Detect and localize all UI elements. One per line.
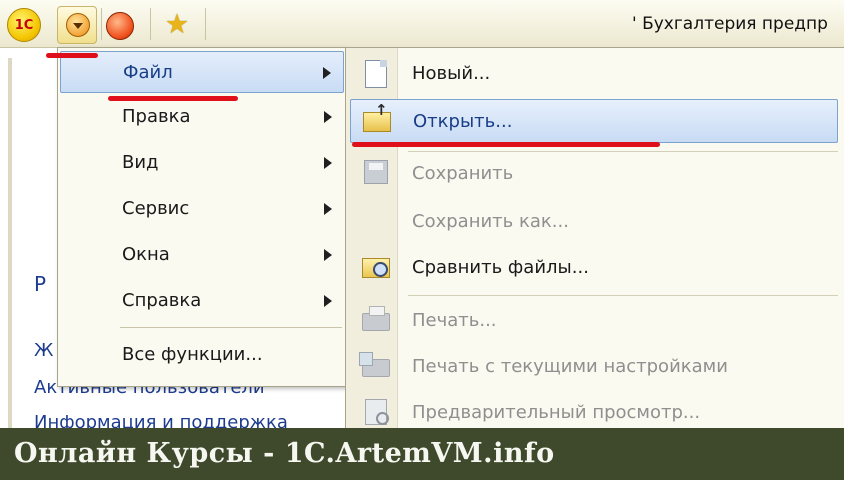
menu-item-label: Правка: [122, 106, 191, 127]
chevron-right-icon: [324, 111, 332, 123]
submenu-item-label: Сравнить файлы...: [412, 257, 589, 278]
annotation-underline-file: [108, 96, 238, 101]
chevron-down-icon: [66, 13, 90, 37]
submenu-item-label: Печать с текущими настройками: [412, 356, 728, 377]
save-disk-icon: [364, 160, 388, 184]
menu-item-label: Окна: [122, 244, 170, 265]
print-preview-icon: [365, 399, 389, 425]
menu-item-label: Вид: [122, 152, 159, 173]
section-heading: Р: [34, 272, 47, 296]
menu-item-label: Сервис: [122, 198, 190, 219]
menu-item-label: Справка: [122, 290, 202, 311]
file-submenu: Новый... Открыть... Сохранить Сохранить …: [345, 47, 844, 428]
toolbar-separator: [205, 8, 206, 40]
menu-item-all-functions[interactable]: Все функции...: [60, 334, 344, 376]
1c-logo-icon[interactable]: 1С: [7, 8, 41, 42]
submenu-item-label: Печать...: [412, 310, 497, 331]
toolbar-separator: [101, 8, 102, 40]
open-folder-icon: [363, 101, 391, 132]
printer-icon: [362, 306, 390, 331]
menu-item-file[interactable]: Файл: [60, 51, 344, 93]
chevron-right-icon: [324, 203, 332, 215]
menu-item-help[interactable]: Справка: [60, 280, 344, 322]
new-document-icon: [365, 60, 387, 88]
menu-item-label: Файл: [123, 62, 173, 83]
submenu-item-open[interactable]: Открыть...: [350, 99, 838, 143]
submenu-item-label: Открыть...: [413, 111, 513, 132]
submenu-item-label: Сохранить: [412, 163, 514, 184]
chevron-right-icon: [324, 157, 332, 169]
chevron-right-icon: [323, 67, 331, 79]
submenu-item-print[interactable]: Печать...: [350, 299, 838, 343]
annotation-underline-open: [352, 142, 660, 147]
menu-item-view[interactable]: Вид: [60, 142, 344, 184]
main-menu-button[interactable]: [57, 6, 97, 44]
menu-item-windows[interactable]: Окна: [60, 234, 344, 276]
submenu-item-label: Предварительный просмотр...: [412, 402, 701, 423]
toolbar-separator: [150, 8, 151, 40]
submenu-item-new[interactable]: Новый...: [350, 52, 838, 96]
menu-item-label: Все функции...: [122, 344, 263, 365]
annotation-underline-menu-button: [46, 53, 98, 58]
close-circle-icon[interactable]: [106, 12, 134, 40]
top-toolbar: 1С ★ ' Бухгалтерия предпр: [0, 0, 844, 48]
submenu-separator: [408, 295, 838, 296]
submenu-item-compare[interactable]: Сравнить файлы...: [350, 246, 838, 290]
printer-settings-icon: [359, 352, 390, 377]
window-title: ' Бухгалтерия предпр: [632, 14, 828, 34]
footer-banner: Онлайн Курсы - 1C.ArtemVM.info: [0, 428, 844, 480]
submenu-item-print-current[interactable]: Печать с текущими настройками: [350, 345, 838, 389]
banner-text: Онлайн Курсы - 1C.ArtemVM.info: [14, 438, 555, 469]
submenu-item-label: Новый...: [412, 63, 491, 84]
background-link[interactable]: Ж: [34, 340, 53, 361]
compare-files-icon: [362, 258, 390, 278]
left-panel-border: [8, 58, 12, 428]
submenu-item-label: Сохранить как...: [412, 211, 569, 232]
favorites-star-icon[interactable]: ★: [162, 10, 192, 40]
submenu-item-save[interactable]: Сохранить: [350, 152, 838, 196]
chevron-right-icon: [324, 295, 332, 307]
menu-separator: [120, 327, 342, 328]
menu-item-edit[interactable]: Правка: [60, 96, 344, 138]
chevron-right-icon: [324, 249, 332, 261]
menu-item-service[interactable]: Сервис: [60, 188, 344, 230]
submenu-item-save-as[interactable]: Сохранить как...: [350, 200, 838, 244]
logo-text: 1С: [14, 17, 34, 33]
